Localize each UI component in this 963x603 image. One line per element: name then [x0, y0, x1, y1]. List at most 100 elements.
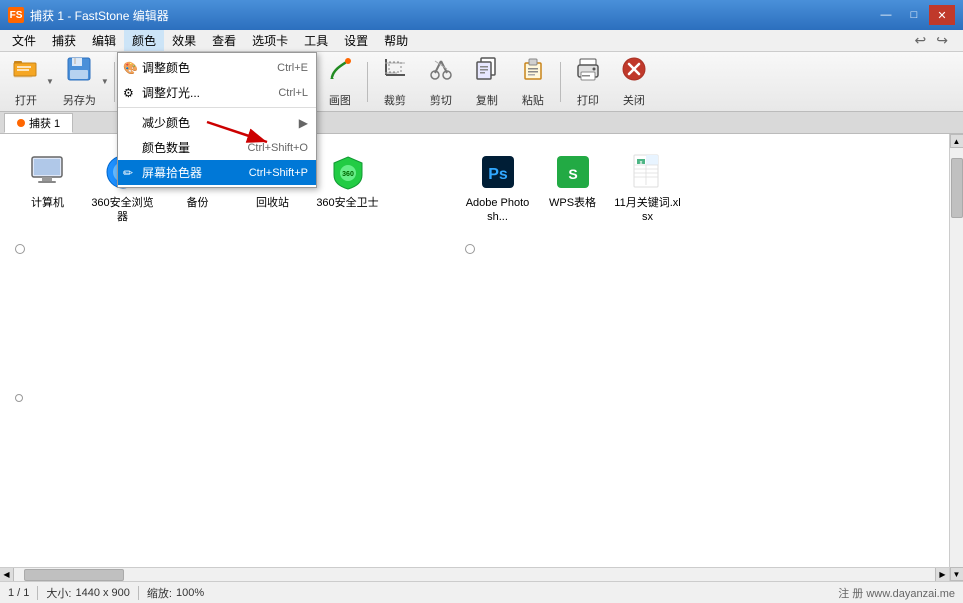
cut-icon [427, 55, 455, 90]
size-label: 大小: [46, 585, 71, 601]
minimize-button[interactable]: — [873, 5, 899, 25]
zoom-label: 缩放: [147, 585, 172, 601]
scroll-thumb-v[interactable] [951, 158, 963, 218]
maximize-button[interactable]: □ [901, 5, 927, 25]
save-icon [65, 55, 93, 90]
open-dropdown-arrow[interactable]: ▼ [46, 77, 54, 86]
paste-label: 粘贴 [522, 92, 544, 108]
menu-edit[interactable]: 编辑 [84, 30, 124, 51]
photoshop-label: Adobe Photosh... [464, 196, 531, 225]
wps-icon: S [553, 152, 593, 192]
gear-icon: ⚙ [123, 86, 134, 100]
menu-effects[interactable]: 效果 [164, 30, 204, 51]
color-menu: 🎨 调整颜色 Ctrl+E ⚙ 调整灯光... Ctrl+L 减少颜色 ▶ 颜色… [117, 52, 317, 188]
watermark-text: 注 册 www.dayanzai.me [838, 585, 955, 601]
canvas-circle-1 [15, 244, 25, 254]
svg-text:360: 360 [342, 171, 354, 178]
copy-button[interactable]: 复制 [465, 55, 509, 109]
print-button[interactable]: 打印 [566, 55, 610, 109]
svg-text:S: S [568, 166, 577, 182]
guard360-label: 360安全卫士 [316, 196, 378, 210]
close-button[interactable]: ✕ [929, 5, 955, 25]
app-title: 捕获 1 - FastStone 编辑器 [30, 7, 873, 24]
tab-label: 捕获 1 [29, 115, 60, 131]
menu-bar: 文件 捕获 编辑 颜色 效果 查看 选项卡 工具 设置 帮助 ↩ ↪ [0, 30, 963, 52]
menu-settings[interactable]: 设置 [336, 30, 376, 51]
desktop-icon-360guard[interactable]: 360 360安全卫士 [310, 144, 385, 233]
status-bar: 1 / 1 大小: 1440 x 900 缩放: 100% 注 册 www.da… [0, 581, 963, 603]
status-sep-1 [37, 586, 38, 600]
photoshop-icon: Ps [478, 152, 518, 192]
paste-button[interactable]: 粘贴 [511, 55, 555, 109]
menu-file[interactable]: 文件 [4, 30, 44, 51]
svg-text:x: x [639, 160, 642, 166]
scroll-thumb-h[interactable] [24, 569, 124, 581]
open-group: 打开 ▼ [4, 55, 54, 109]
crop-label: 裁剪 [384, 92, 406, 108]
open-label: 打开 [15, 92, 37, 108]
toolbar-sep-1 [114, 62, 115, 102]
scroll-left-button[interactable]: ◀ [0, 568, 14, 582]
capture-tab-1[interactable]: 捕获 1 [4, 113, 73, 133]
adjust-color-icon: 🎨 [123, 61, 138, 75]
backup-label: 备份 [187, 196, 209, 210]
undo-redo-group: ↩ ↪ [912, 32, 959, 49]
main-area: 计算机 360 360安全浏览器 [0, 134, 963, 581]
copy-icon [473, 55, 501, 90]
svg-text:Ps: Ps [488, 166, 508, 183]
crop-icon [381, 55, 409, 90]
menu-view[interactable]: 查看 [204, 30, 244, 51]
menu-bar-wrapper: 文件 捕获 编辑 颜色 效果 查看 选项卡 工具 设置 帮助 ↩ ↪ 🎨 调整颜… [0, 30, 963, 52]
desktop-icon-photoshop[interactable]: Ps Adobe Photosh... [460, 144, 535, 233]
menu-tabs[interactable]: 选项卡 [244, 30, 296, 51]
saveas-dropdown-arrow[interactable]: ▼ [101, 77, 109, 86]
status-sep-2 [138, 586, 139, 600]
page-number: 1 / 1 [8, 587, 29, 599]
menu-capture[interactable]: 捕获 [44, 30, 84, 51]
menu-item-adjust-light[interactable]: ⚙ 调整灯光... Ctrl+L [118, 80, 316, 105]
scroll-track-h [14, 568, 935, 581]
desktop-icon-computer[interactable]: 计算机 [10, 144, 85, 233]
scrollbar-v: ▲ ▼ [949, 134, 963, 581]
scroll-right-button[interactable]: ▶ [935, 568, 949, 582]
excel-label: 11月关键词.xlsx [614, 196, 681, 225]
browser360-label: 360安全浏览器 [89, 196, 156, 225]
color-picker-icon: ✏ [123, 166, 133, 180]
scrollbar-h: ◀ ▶ [0, 567, 949, 581]
window-controls: — □ ✕ [873, 5, 955, 25]
saveas-button[interactable]: 另存为 [56, 55, 103, 109]
close-file-button[interactable]: 关闭 [612, 55, 656, 109]
menu-item-adjust-color[interactable]: 🎨 调整颜色 Ctrl+E [118, 55, 316, 80]
wps-label: WPS表格 [549, 196, 596, 210]
desktop-icon-excel[interactable]: x 11月关键词.xlsx [610, 144, 685, 233]
menu-color[interactable]: 颜色 [124, 30, 164, 51]
computer-label: 计算机 [31, 196, 64, 210]
cut-label: 剪切 [430, 92, 452, 108]
app-icon: FS [8, 7, 24, 23]
redo-button[interactable]: ↪ [933, 32, 951, 49]
scroll-up-button[interactable]: ▲ [950, 134, 963, 148]
color-dropdown: 🎨 调整颜色 Ctrl+E ⚙ 调整灯光... Ctrl+L 减少颜色 ▶ 颜色… [117, 52, 317, 188]
menu-item-color-count[interactable]: 颜色数量 Ctrl+Shift+O [118, 135, 316, 160]
zoom-level: 100% [176, 587, 204, 599]
menu-help[interactable]: 帮助 [376, 30, 416, 51]
menu-tools[interactable]: 工具 [296, 30, 336, 51]
open-icon [12, 55, 40, 90]
menu-item-color-picker[interactable]: ✏ 屏幕拾色器 Ctrl+Shift+P [118, 160, 316, 185]
canvas-circle-2 [465, 244, 475, 254]
scroll-track-v [950, 148, 963, 567]
menu-item-reduce-color[interactable]: 减少颜色 ▶ [118, 110, 316, 135]
close-file-icon [620, 55, 648, 90]
undo-button[interactable]: ↩ [912, 32, 930, 49]
cut-button[interactable]: 剪切 [419, 55, 463, 109]
scroll-down-button[interactable]: ▼ [950, 567, 963, 581]
print-icon [574, 55, 602, 90]
toolbar-sep-3 [560, 62, 561, 102]
desktop-icon-wps[interactable]: S WPS表格 [535, 144, 610, 233]
crop-button[interactable]: 裁剪 [373, 55, 417, 109]
draw-button[interactable]: 画图 [318, 55, 362, 109]
open-button[interactable]: 打开 [4, 55, 48, 109]
file-area: 计算机 360 360安全浏览器 [0, 134, 949, 581]
recycle-label: 回收站 [256, 196, 289, 210]
menu-divider-1 [118, 107, 316, 108]
